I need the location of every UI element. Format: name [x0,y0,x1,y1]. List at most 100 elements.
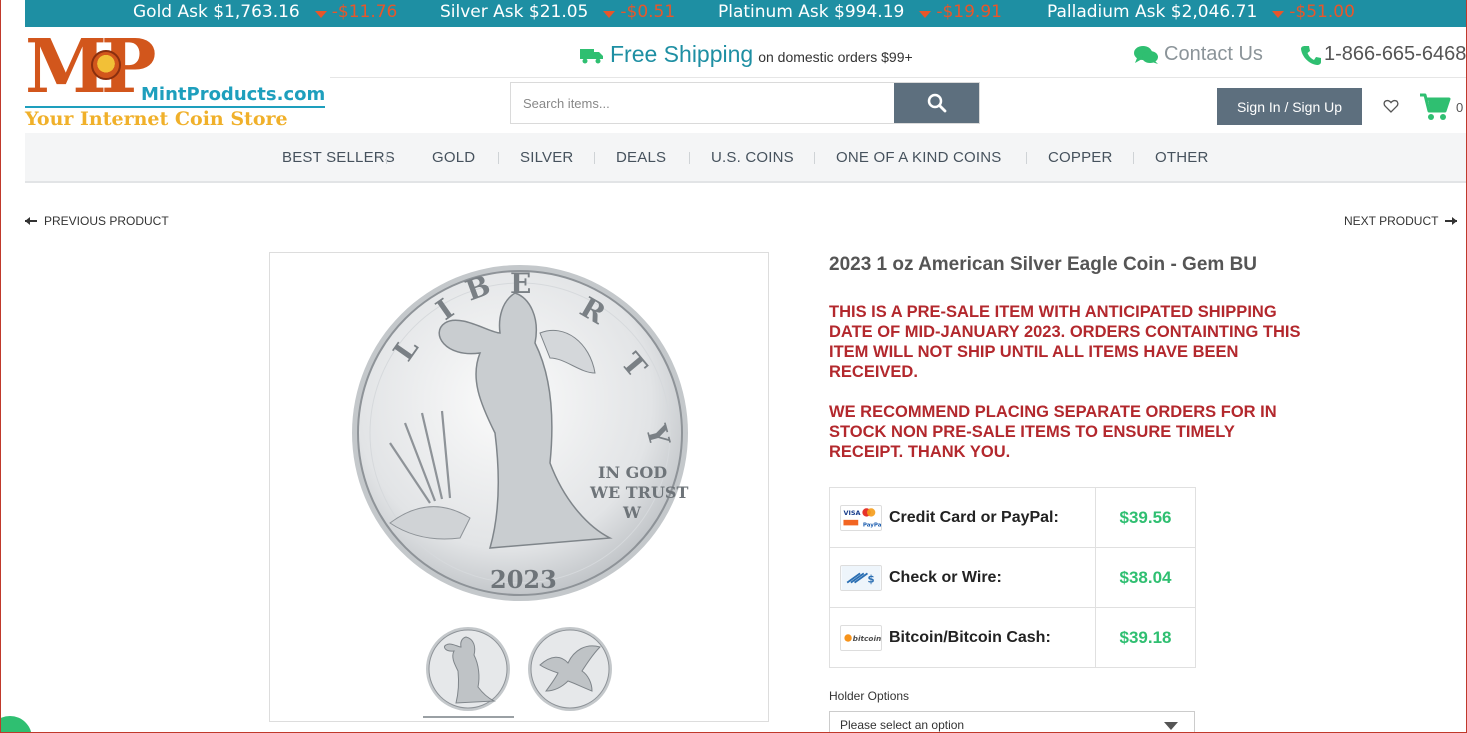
down-arrow-icon [314,10,327,18]
contact-us-link[interactable]: Contact Us [1133,43,1263,66]
search-icon [927,93,946,113]
ticker-label: Platinum Ask $994.19 [718,2,905,22]
previous-product-link[interactable]: PREVIOUS PRODUCT [25,214,169,228]
product-title: 2023 1 oz American Silver Eagle Coin - G… [829,254,1258,275]
ticker-change: -$0.51 [620,2,676,22]
price-row-credit-card: VISA PayPal Credit Card or PayPal: $39.5… [829,487,1196,548]
price-method-cell: bitcoin Bitcoin/Bitcoin Cash: [829,607,1096,668]
nav-other[interactable]: OTHER [1155,149,1209,166]
price-ticker: Gold Ask $1,763.16 -$11.76 Silver Ask $2… [25,0,1467,27]
nav-separator [386,152,387,164]
svg-text:$: $ [867,574,874,585]
phone-number: 1-866-665-6468 [1324,43,1467,65]
price-method-label: Bitcoin/Bitcoin Cash: [889,628,1051,646]
nav-separator [814,152,815,164]
presale-notice-text: THIS IS A PRE-SALE ITEM WITH ANTICIPATED… [829,303,1301,381]
free-shipping-banner[interactable]: Free Shipping on domestic orders $99+ [580,41,913,68]
price-method-label: Credit Card or PayPal: [889,508,1059,526]
header-divider [330,77,1467,78]
coin-liberty-e: E [510,267,531,300]
price-method-cell: $ Check or Wire: [829,547,1096,608]
down-arrow-icon [603,10,616,18]
ticker-label: Palladium Ask $2,046.71 [1047,2,1258,22]
svg-text:PayPal: PayPal [863,522,882,528]
ticker-palladium: Palladium Ask $2,046.71 -$51.00 [1047,2,1355,22]
phone-link[interactable]: 1-866-665-6468 [1300,43,1466,66]
main-navigation: BEST SELLERS GOLD SILVER DEALS U.S. COIN… [25,133,1467,183]
price-bitcoin: $39.18 [1095,607,1196,668]
turkey-medallion-icon [91,50,121,80]
contact-label: Contact Us [1164,43,1263,65]
price-check-wire: $38.04 [1095,547,1196,608]
price-method: VISA PayPal Credit Card or PayPal: [840,504,1095,531]
price-row-bitcoin: bitcoin Bitcoin/Bitcoin Cash: $39.18 [829,607,1196,668]
price-row-check-wire: $ Check or Wire: $38.04 [829,547,1196,608]
ticker-change: -$51.00 [1289,2,1355,22]
search-bar [510,82,980,124]
cart-count: 0 [1456,100,1464,115]
nav-separator [1133,152,1134,164]
phone-icon [1301,45,1321,65]
coin-motto-line2: WE TRUST [589,483,688,502]
nav-separator [1026,152,1027,164]
holder-options-select[interactable]: Please select an option [829,711,1195,733]
price-method: $ Check or Wire: [840,564,1095,591]
thumbnail-obverse[interactable] [424,625,512,713]
price-credit-card: $39.56 [1095,487,1196,548]
nav-copper[interactable]: COPPER [1048,149,1113,166]
nav-gold[interactable]: GOLD [432,149,475,166]
previous-product-label: PREVIOUS PRODUCT [44,214,169,228]
bitcoin-icon: bitcoin [840,624,882,651]
price-method-cell: VISA PayPal Credit Card or PayPal: [829,487,1096,548]
price-method-label: Check or Wire: [889,568,1002,586]
shipping-detail: on domestic orders $99+ [758,49,913,65]
next-product-label: NEXT PRODUCT [1344,214,1439,228]
coin-mintmark: W [622,503,642,522]
ticker-platinum: Platinum Ask $994.19 -$19.91 [718,2,1002,22]
chat-bubbles-icon [1134,45,1158,64]
nav-us-coins[interactable]: U.S. COINS [711,149,794,166]
logo-letters: MP [25,24,157,110]
nav-best-sellers[interactable]: BEST SELLERS [282,149,395,166]
ticker-change: -$11.76 [331,2,398,22]
ticker-change: -$19.91 [936,2,1002,22]
separate-orders-text: WE RECOMMEND PLACING SEPARATE ORDERS FOR… [829,403,1277,461]
price-table: VISA PayPal Credit Card or PayPal: $39.5… [829,487,1196,668]
wishlist-heart-icon[interactable] [1383,98,1399,114]
nav-deals[interactable]: DEALS [616,149,666,166]
arrow-left-icon [25,217,37,225]
coin-motto-line1: IN GOD [598,463,667,482]
sign-in-button[interactable]: Sign In / Sign Up [1217,88,1362,125]
search-input[interactable] [511,83,894,123]
search-button[interactable] [894,83,979,123]
ticker-silver: Silver Ask $21.05 -$0.51 [440,2,675,22]
nav-separator [498,152,499,164]
active-thumbnail-indicator [423,716,514,718]
svg-text:bitcoin: bitcoin [853,633,882,642]
arrow-right-icon [1445,217,1458,225]
product-main-image[interactable]: L I B E R T Y IN GOD WE TRUST W 2023 [350,263,690,603]
nav-silver[interactable]: SILVER [520,149,573,166]
svg-text:VISA: VISA [843,509,860,517]
nav-separator [689,152,690,164]
holder-options-label: Holder Options [829,689,910,703]
shopping-cart-icon[interactable] [1419,92,1451,122]
chat-widget-button[interactable] [0,716,32,733]
site-logo[interactable]: MP MintProducts.com Your Internet Coin S… [25,30,327,130]
down-arrow-icon [1272,10,1285,18]
logo-tagline: Your Internet Coin Store [25,108,288,130]
thumbnail-reverse[interactable] [526,625,614,713]
logo-domain: MintProducts.com [141,84,326,105]
product-gallery: L I B E R T Y IN GOD WE TRUST W 2023 [269,252,769,722]
truck-icon [580,49,603,64]
ticker-label: Gold Ask $1,763.16 [133,2,300,22]
next-product-link[interactable]: NEXT PRODUCT [1344,214,1458,228]
shipping-headline: Free Shipping [610,41,754,67]
nav-one-of-a-kind-coins[interactable]: ONE OF A KIND COINS [836,149,1002,166]
ticker-label: Silver Ask $21.05 [440,2,589,22]
credit-card-paypal-icon: VISA PayPal [840,504,882,531]
chevron-down-icon [1164,722,1178,730]
ticker-gold: Gold Ask $1,763.16 -$11.76 [133,2,397,22]
check-wire-icon: $ [840,564,882,591]
nav-separator [594,152,595,164]
